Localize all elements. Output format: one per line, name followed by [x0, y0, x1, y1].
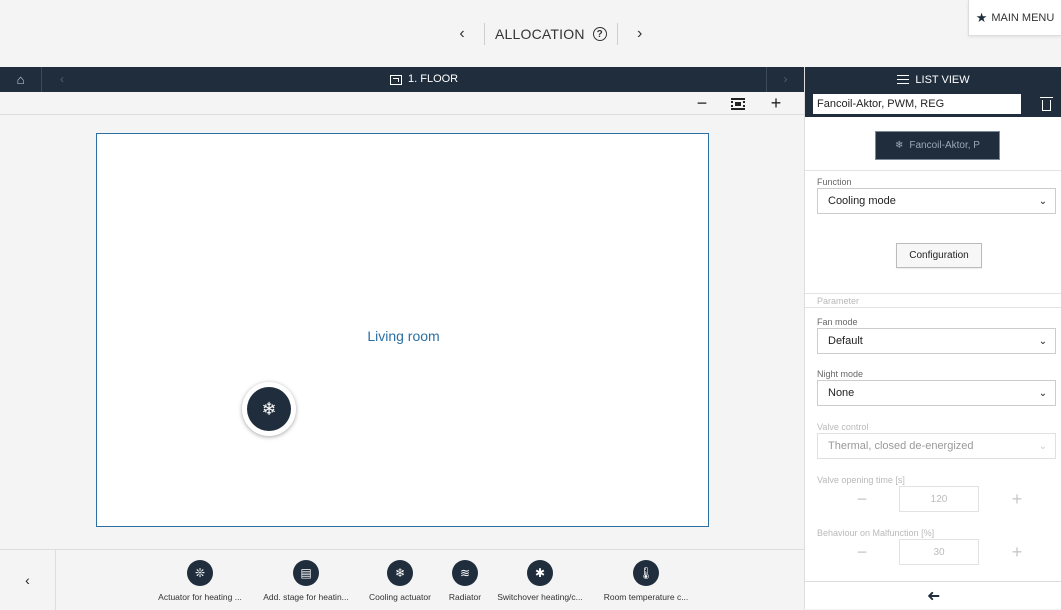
decrement-button: − — [856, 488, 868, 509]
home-button[interactable]: ⌂ — [0, 67, 42, 92]
valve-opening-label: Valve opening time [s] — [817, 475, 905, 485]
cooling-device-icon: ❄ — [247, 387, 291, 431]
device-channel-label: Fancoil-Aktor, P — [909, 140, 980, 151]
trash-icon — [1039, 97, 1053, 111]
device-channel-button[interactable]: ❄ Fancoil-Aktor, P — [875, 131, 1000, 160]
device-label: Actuator for heating ... — [158, 592, 242, 602]
device-add-stage[interactable]: ▤ Add. stage for heatin... — [256, 560, 356, 602]
main-menu-button[interactable]: ★ MAIN MENU — [968, 0, 1061, 36]
list-icon — [897, 75, 910, 84]
zoom-out-button[interactable]: − — [684, 92, 720, 115]
decrement-button: − — [856, 541, 868, 562]
thermometer-icon: 🌡 — [633, 560, 659, 586]
divider — [805, 293, 1061, 294]
page-title: ALLOCATION — [495, 26, 585, 42]
device-label: Add. stage for heatin... — [263, 592, 349, 602]
device-name-input[interactable] — [813, 94, 1021, 114]
next-page-button[interactable]: › — [628, 25, 652, 43]
room-label: Living room — [367, 328, 440, 344]
device-room-temperature[interactable]: 🌡 Room temperature c... — [596, 560, 696, 602]
parameter-label: Parameter — [817, 296, 860, 306]
placed-device[interactable]: ❄ — [242, 382, 296, 436]
divider — [805, 170, 1061, 171]
heating-actuator-icon: ❊ — [187, 560, 213, 586]
device-label: Room temperature c... — [603, 592, 689, 602]
device-label: Radiator — [448, 592, 482, 602]
palette-back-button[interactable]: ‹ — [0, 550, 56, 610]
device-switchover[interactable]: ✱ Switchover heating/c... — [490, 560, 590, 602]
malfunction-value: 30 — [899, 539, 979, 565]
list-view-header[interactable]: LIST VIEW — [805, 67, 1061, 92]
main-menu-label: MAIN MENU — [991, 11, 1055, 24]
function-select[interactable]: Cooling mode ⌄ — [817, 188, 1056, 214]
zoom-toolbar: − + — [0, 92, 804, 115]
radiator-icon: ≋ — [452, 560, 478, 586]
switchover-icon: ✱ — [527, 560, 553, 586]
increment-button: + — [1011, 541, 1023, 562]
increment-button: + — [1011, 488, 1023, 509]
floor-icon — [390, 74, 402, 85]
floor-name: 1. FLOOR — [408, 73, 459, 85]
zoom-in-button[interactable]: + — [758, 92, 794, 115]
next-floor-button[interactable]: › — [766, 67, 804, 92]
valve-opening-stepper: − 120 + — [817, 486, 1056, 512]
device-palette: ‹ ❊ Actuator for heating ... ▤ Add. stag… — [0, 549, 804, 610]
star-icon: ★ — [975, 9, 988, 25]
night-mode-label: Night mode — [817, 369, 864, 379]
prev-page-button[interactable]: ‹ — [450, 25, 474, 43]
chevron-down-icon: ⌄ — [1038, 387, 1048, 399]
fan-mode-label: Fan mode — [817, 317, 858, 327]
device-label: Cooling actuator — [369, 592, 431, 602]
room-area[interactable]: Living room — [96, 133, 709, 527]
allocation-nav: ‹ ALLOCATION ? › — [450, 20, 652, 48]
home-icon: ⌂ — [16, 72, 25, 87]
prev-floor-button[interactable]: ‹ — [60, 67, 64, 92]
function-value: Cooling mode — [828, 195, 896, 207]
list-view-title: LIST VIEW — [915, 73, 970, 86]
device-name-row — [805, 92, 1061, 117]
top-header: ‹ ALLOCATION ? › ★ MAIN MENU — [0, 0, 1061, 67]
device-cooling-actuator[interactable]: ❄ Cooling actuator — [362, 560, 438, 602]
device-actuator-heating[interactable]: ❊ Actuator for heating ... — [150, 560, 250, 602]
valve-control-select: Thermal, closed de-energized ⌄ — [817, 433, 1056, 459]
configuration-button[interactable]: Configuration — [896, 243, 982, 268]
function-label: Function — [817, 177, 852, 187]
valve-control-label: Valve control — [817, 422, 869, 432]
night-mode-select[interactable]: None ⌄ — [817, 380, 1056, 406]
divider — [484, 23, 485, 45]
back-arrow-icon: ➜ — [926, 587, 941, 605]
floor-bar: ⌂ ‹ 1. FLOOR › — [0, 67, 804, 92]
floor-label: 1. FLOOR — [390, 67, 458, 92]
chevron-down-icon: ⌄ — [1038, 440, 1048, 452]
valve-opening-value: 120 — [899, 486, 979, 512]
fan-mode-value: Default — [828, 335, 863, 347]
valve-control-value: Thermal, closed de-energized — [828, 440, 974, 452]
malfunction-stepper: − 30 + — [817, 539, 1056, 565]
chevron-down-icon: ⌄ — [1038, 335, 1048, 347]
divider — [616, 23, 618, 45]
list-view-panel: LIST VIEW ❄ Fancoil-Aktor, P Function Co… — [804, 67, 1061, 609]
panel-back-button[interactable]: ➜ — [805, 581, 1061, 609]
add-stage-icon: ▤ — [293, 560, 319, 586]
device-label: Switchover heating/c... — [497, 592, 583, 602]
night-mode-value: None — [828, 387, 855, 399]
device-radiator[interactable]: ≋ Radiator — [440, 560, 490, 602]
snowflake-icon: ❄ — [895, 140, 904, 151]
malfunction-label: Behaviour on Malfunction [%] — [817, 528, 935, 538]
divider — [805, 307, 1061, 308]
chevron-down-icon: ⌄ — [1038, 195, 1048, 207]
fit-screen-icon — [731, 97, 745, 110]
zoom-fit-button[interactable] — [720, 92, 756, 115]
help-icon[interactable]: ? — [592, 27, 607, 41]
cooling-actuator-icon: ❄ — [387, 560, 413, 586]
delete-button[interactable] — [1037, 95, 1055, 113]
fan-mode-select[interactable]: Default ⌄ — [817, 328, 1056, 354]
